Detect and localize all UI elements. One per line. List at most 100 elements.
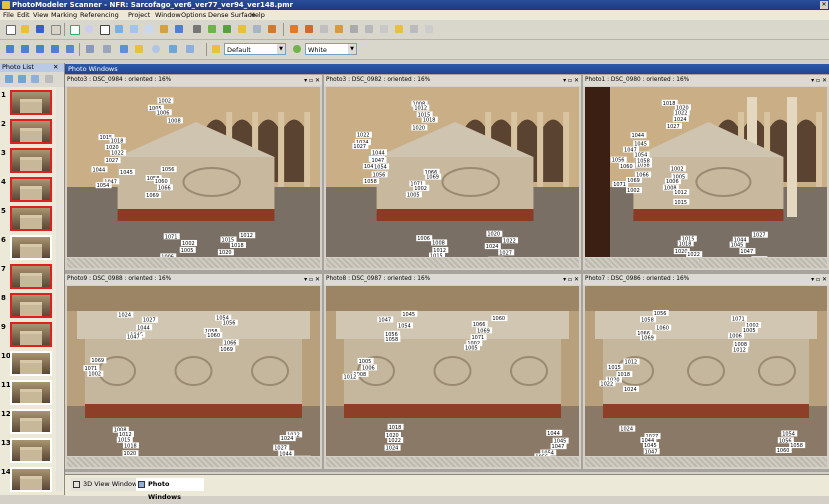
point-label[interactable]: 1069 bbox=[626, 177, 642, 184]
point-label[interactable]: 1008 bbox=[167, 117, 183, 124]
point-label[interactable]: 1018 bbox=[388, 424, 404, 431]
layout-2-button[interactable] bbox=[18, 42, 32, 56]
save-project-button[interactable] bbox=[33, 22, 47, 36]
point-label[interactable]: 1071 bbox=[164, 233, 180, 240]
photo-thumbnail[interactable] bbox=[10, 206, 52, 231]
dense-surface-button[interactable] bbox=[235, 22, 249, 36]
point-label[interactable]: 1054 bbox=[397, 322, 413, 329]
point-label[interactable]: 1058 bbox=[384, 336, 400, 343]
list-view-button[interactable] bbox=[3, 73, 15, 85]
point-label[interactable]: 1006 bbox=[361, 364, 377, 371]
point-label[interactable]: 1012 bbox=[413, 105, 429, 112]
grid-button[interactable] bbox=[117, 42, 131, 56]
paint-tool-button[interactable] bbox=[332, 22, 346, 36]
point-label[interactable]: 1027 bbox=[352, 143, 368, 150]
point-label[interactable]: 1058 bbox=[636, 158, 652, 165]
point-label[interactable]: 1054 bbox=[634, 152, 650, 159]
pointer-tool-button[interactable] bbox=[67, 22, 81, 36]
point-label[interactable]: 1018 bbox=[422, 117, 438, 124]
point-label[interactable]: 1060 bbox=[655, 324, 671, 331]
zoom-tool-button[interactable] bbox=[82, 22, 96, 36]
point-label[interactable]: 1056 bbox=[611, 157, 627, 164]
point-label[interactable]: 1002 bbox=[181, 240, 197, 247]
fit-view-button[interactable] bbox=[166, 42, 180, 56]
point-label[interactable]: 1054 bbox=[373, 163, 389, 170]
mark-line-button[interactable] bbox=[112, 22, 126, 36]
point-label[interactable]: 1054 bbox=[751, 256, 767, 257]
point-label[interactable]: 1071 bbox=[731, 316, 747, 323]
layers-button[interactable] bbox=[362, 22, 376, 36]
point-label[interactable]: 1054 bbox=[781, 430, 797, 437]
photo-thumbnail[interactable] bbox=[10, 90, 52, 115]
horizontal-scrollbar[interactable] bbox=[67, 258, 320, 268]
frame-button[interactable] bbox=[100, 42, 114, 56]
point-label[interactable]: 1018 bbox=[230, 242, 246, 249]
point-label[interactable]: 1071 bbox=[612, 181, 628, 188]
window-controls[interactable]: ▾ ▫ ✕ bbox=[811, 75, 827, 86]
photo-image[interactable]: 1056105810601066106910711002100510061008… bbox=[585, 286, 827, 456]
point-label[interactable]: 1027 bbox=[752, 232, 768, 239]
point-label[interactable]: 1006 bbox=[665, 178, 681, 185]
photo-thumbnail[interactable] bbox=[10, 351, 52, 376]
point-label[interactable]: 1047 bbox=[371, 157, 387, 164]
point-label[interactable]: 1069 bbox=[640, 334, 656, 341]
thumbnail-view-button[interactable] bbox=[16, 73, 28, 85]
photo-image[interactable]: 1018102010221024102710441045104710541056… bbox=[585, 87, 827, 257]
menu-options[interactable]: Options bbox=[181, 11, 206, 19]
point-label[interactable]: 1027 bbox=[666, 123, 682, 130]
point-label[interactable]: 1047 bbox=[126, 334, 142, 341]
color-dropdown[interactable]: White ▼ bbox=[305, 43, 357, 55]
point-label[interactable]: 1022 bbox=[686, 251, 702, 257]
point-label[interactable]: 1024 bbox=[485, 243, 501, 250]
point-label[interactable]: 1056 bbox=[222, 320, 238, 327]
layout-5-button[interactable] bbox=[63, 42, 77, 56]
point-label[interactable]: 1005 bbox=[464, 344, 480, 351]
point-label[interactable]: 1006 bbox=[728, 333, 744, 340]
point-label[interactable]: 1005 bbox=[406, 191, 422, 198]
menu-window[interactable]: Window bbox=[155, 11, 181, 19]
point-label[interactable]: 1045 bbox=[730, 242, 746, 249]
layout-1-button[interactable] bbox=[3, 42, 17, 56]
point-label[interactable]: 1060 bbox=[776, 447, 792, 454]
horizontal-scrollbar[interactable] bbox=[326, 258, 579, 268]
point-label[interactable]: 1002 bbox=[626, 187, 642, 194]
point-label[interactable]: 1024 bbox=[117, 312, 133, 319]
mark-edge-button[interactable] bbox=[142, 22, 156, 36]
point-label[interactable]: 1024 bbox=[619, 426, 635, 433]
mark-target-button[interactable] bbox=[157, 22, 171, 36]
point-label[interactable]: 1015 bbox=[607, 364, 623, 371]
photo-thumbnail[interactable] bbox=[10, 409, 52, 434]
point-label[interactable]: 1069 bbox=[219, 346, 235, 353]
point-label[interactable]: 1058 bbox=[640, 316, 656, 323]
point-label[interactable]: 1066 bbox=[157, 184, 173, 191]
point-label[interactable]: 1022 bbox=[674, 110, 690, 117]
style-dropdown[interactable]: Default ▼ bbox=[224, 43, 286, 55]
window-controls[interactable]: ▾ ▫ ✕ bbox=[304, 274, 320, 285]
point-label[interactable]: 1069 bbox=[90, 357, 106, 364]
point-label[interactable]: 1022 bbox=[356, 132, 372, 139]
point-label[interactable]: 1045 bbox=[633, 140, 649, 147]
pen-tool-button[interactable] bbox=[190, 22, 204, 36]
photo-info-button[interactable] bbox=[29, 73, 41, 85]
menu-project[interactable]: Project bbox=[128, 11, 150, 19]
photo-thumbnail[interactable] bbox=[10, 264, 52, 289]
point-label[interactable]: 1060 bbox=[491, 315, 507, 322]
export-button[interactable] bbox=[377, 22, 391, 36]
point-label[interactable]: 1027 bbox=[142, 317, 158, 324]
photo-thumbnail[interactable] bbox=[10, 438, 52, 463]
photo-thumbnail[interactable] bbox=[10, 293, 52, 318]
point-label[interactable]: 1047 bbox=[644, 448, 660, 455]
point-label[interactable]: 1054 bbox=[96, 182, 112, 189]
point-label[interactable]: 1058 bbox=[363, 178, 379, 185]
table-view-button[interactable] bbox=[183, 42, 197, 56]
photo-scene[interactable]: 1045104710541056105810601066106910711002… bbox=[326, 286, 579, 456]
point-label[interactable]: 1015 bbox=[673, 199, 689, 206]
texture-button[interactable] bbox=[302, 22, 316, 36]
point-label[interactable]: 1008 bbox=[431, 239, 447, 246]
point-label[interactable]: 1002 bbox=[670, 165, 686, 172]
tab-3d-view-windows[interactable]: 3D View Windows bbox=[71, 478, 145, 491]
photo-window[interactable]: Photo8 : DSC_0987 : oriented : 16%▾ ▫ ✕ … bbox=[324, 274, 581, 469]
menu-referencing[interactable]: Referencing bbox=[80, 11, 119, 19]
photo-scene[interactable]: 1002100510061008101510181020102210271044… bbox=[67, 87, 320, 257]
point-label[interactable]: 1056 bbox=[372, 171, 388, 178]
